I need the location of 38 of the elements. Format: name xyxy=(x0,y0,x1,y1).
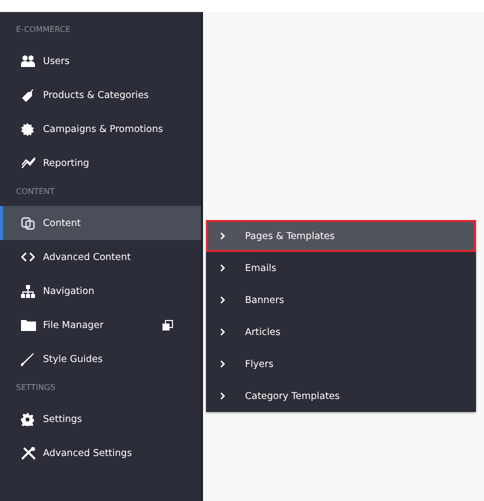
sidebar-item[interactable]: Style Guides xyxy=(0,342,201,376)
settings-icon xyxy=(21,412,34,426)
badge-icon xyxy=(21,122,34,136)
submenu-item[interactable]: Flyers xyxy=(206,348,476,380)
submenu-item[interactable]: Category Templates xyxy=(206,380,476,412)
section-heading: CONTENT xyxy=(15,186,56,198)
sitemap-icon xyxy=(21,284,35,298)
users-icon xyxy=(21,55,35,67)
submenu-item[interactable]: Banners xyxy=(206,284,476,316)
sidebar-item[interactable]: Reporting xyxy=(0,146,201,180)
sidebar-item[interactable]: File Manager xyxy=(0,308,201,342)
sidebar-item[interactable]: Content xyxy=(0,206,201,240)
chevron-right-icon xyxy=(220,360,225,368)
section-heading: SETTINGS xyxy=(15,382,56,394)
sidebar-item[interactable]: Advanced Content xyxy=(0,240,201,274)
folder-icon xyxy=(21,319,36,331)
chevron-right-icon xyxy=(220,328,225,336)
external-window-icon[interactable] xyxy=(162,320,173,330)
code-icon xyxy=(21,252,35,262)
sidebar-item[interactable]: Campaigns & Promotions xyxy=(0,112,201,146)
chevron-right-icon xyxy=(220,392,225,400)
chevron-right-icon xyxy=(220,296,225,304)
tools-icon xyxy=(21,446,36,460)
submenu-item[interactable]: Emails xyxy=(206,252,476,284)
section-heading: E-COMMERCE xyxy=(15,24,72,36)
submenu-item[interactable]: Pages & Templates xyxy=(206,220,476,252)
chevron-right-icon xyxy=(220,264,225,272)
pages-icon xyxy=(21,216,35,230)
chevron-right-icon xyxy=(220,232,225,240)
sidebar-item[interactable]: Users xyxy=(0,44,201,78)
tag-icon xyxy=(21,88,34,102)
submenu-item[interactable]: Articles xyxy=(206,316,476,348)
brush-icon xyxy=(21,352,34,366)
sidebar-item[interactable]: Products & Categories xyxy=(0,78,201,112)
sidebar-item[interactable]: Navigation xyxy=(0,274,201,308)
sidebar-item[interactable]: Advanced Settings xyxy=(0,436,201,470)
chart-line-icon xyxy=(21,157,36,169)
sidebar-item[interactable]: Settings xyxy=(0,402,201,436)
